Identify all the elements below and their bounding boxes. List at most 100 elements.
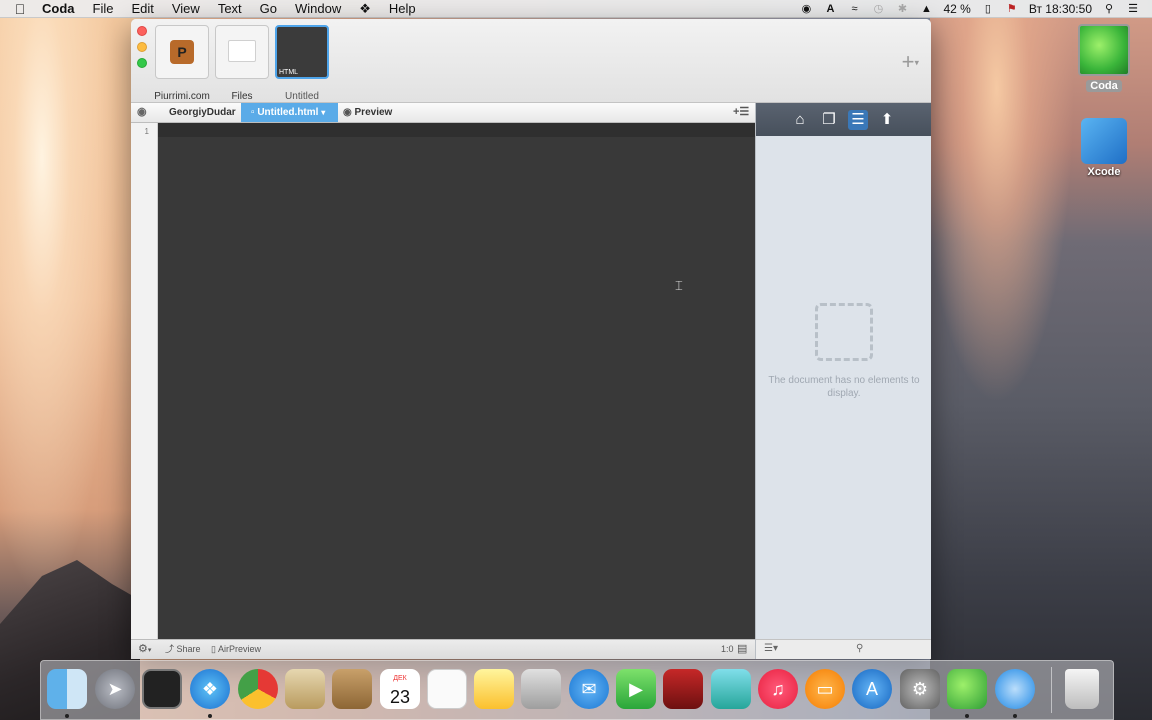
menu-view[interactable]: View bbox=[163, 0, 209, 18]
menu-edit[interactable]: Edit bbox=[122, 0, 162, 18]
safari-icon[interactable]: ❖ bbox=[190, 669, 230, 709]
list-options-icon[interactable]: ☰▾ bbox=[764, 643, 778, 654]
volume-icon[interactable]: ▲ bbox=[919, 3, 933, 15]
breadcrumb-preview[interactable]: ◉ Preview bbox=[343, 103, 392, 122]
battery-icon[interactable]: ▯ bbox=[981, 3, 995, 15]
finder-icon[interactable] bbox=[47, 669, 87, 709]
panel-toggle-icon[interactable]: ▤ bbox=[737, 640, 747, 659]
breadcrumb-file[interactable]: ▫ Untitled.html ▾ bbox=[241, 103, 338, 122]
menu-window[interactable]: Window bbox=[286, 0, 350, 18]
home-icon[interactable]: ⌂ bbox=[790, 110, 810, 130]
notification-center-icon[interactable]: ☰ bbox=[1126, 3, 1140, 15]
running-indicator bbox=[965, 714, 969, 718]
chrome-icon[interactable] bbox=[238, 669, 278, 709]
facetime-icon[interactable]: ▶ bbox=[616, 669, 656, 709]
spotlight-icon[interactable]: ⚲ bbox=[1102, 3, 1116, 15]
files-thumbnail bbox=[215, 25, 269, 79]
empty-placeholder-icon bbox=[815, 303, 873, 361]
bluetooth-icon[interactable]: ✱ bbox=[895, 3, 909, 15]
breadcrumb-user[interactable]: GeorgiyDudar bbox=[169, 103, 236, 122]
time-machine-icon[interactable]: ◷ bbox=[871, 3, 885, 15]
menu-file[interactable]: File bbox=[84, 0, 123, 18]
site-tab-piurrimi[interactable]: P Piurrimi.com bbox=[153, 25, 211, 102]
ibeam-cursor-icon: ⌶ bbox=[675, 278, 683, 293]
site-tab-label: Untitled bbox=[285, 91, 319, 102]
document-icon: ▫ bbox=[251, 107, 255, 118]
split-menu-icon[interactable]: +☰ bbox=[733, 103, 749, 122]
maps-icon[interactable] bbox=[521, 669, 561, 709]
search-icon[interactable]: ⚲ bbox=[856, 643, 863, 654]
trash-icon[interactable] bbox=[1065, 669, 1099, 709]
minimize-button[interactable] bbox=[137, 42, 147, 52]
activity-monitor-icon[interactable] bbox=[142, 669, 182, 709]
menu-clock[interactable]: Вт 18:30:50 bbox=[1029, 2, 1092, 16]
untitled-thumbnail: HTML bbox=[275, 25, 329, 79]
apple-menu-icon[interactable]:  bbox=[0, 1, 40, 17]
breadcrumb-file-label: Untitled.html bbox=[257, 107, 319, 118]
site-tab-label: Files bbox=[231, 91, 253, 102]
site-tab-untitled[interactable]: HTML Untitled bbox=[273, 25, 331, 102]
breadcrumb: ◉ GeorgiyDudar ▫ Untitled.html ▾ ◉ Previ… bbox=[131, 103, 755, 123]
empty-message: The document has no elements to display. bbox=[768, 375, 920, 399]
preview-label: Preview bbox=[354, 107, 393, 118]
line-number: 1 bbox=[144, 127, 149, 136]
desktop-icon-coda[interactable]: Coda bbox=[1069, 24, 1139, 94]
panel-bottom-bar: ☰▾ ⚲ bbox=[756, 639, 931, 659]
zoom-button[interactable] bbox=[137, 58, 147, 68]
dock: ➤ ❖ ДЕК 23 ✉ ▶ ♫ ▭ A ⚙ bbox=[40, 660, 1114, 720]
menu-go[interactable]: Go bbox=[251, 0, 286, 18]
share-icon: ⤴ bbox=[165, 644, 175, 654]
record-icon[interactable]: ◉ bbox=[799, 3, 813, 15]
input-flag-icon[interactable]: ⚑ bbox=[1005, 3, 1019, 15]
running-indicator bbox=[65, 714, 69, 718]
airpreview-button[interactable]: ▯ AirPreview bbox=[211, 640, 261, 659]
close-button[interactable] bbox=[137, 26, 147, 36]
coda-icon[interactable] bbox=[947, 669, 987, 709]
eye-icon: ◉ bbox=[343, 107, 352, 118]
menu-extras: ◉ A ≈ ◷ ✱ ▲ 42 % ▯ ⚑ Вт 18:30:50 ⚲ ☰ bbox=[799, 0, 1152, 18]
site-tab-files[interactable]: Files bbox=[213, 25, 271, 102]
calendar-day: 23 bbox=[389, 687, 411, 707]
back-forward-icon[interactable]: ◉ bbox=[137, 103, 147, 122]
itunes-icon[interactable]: ♫ bbox=[758, 669, 798, 709]
gear-icon[interactable]: ⚙▾ bbox=[138, 640, 151, 659]
calendar-icon[interactable]: ДЕК 23 bbox=[380, 669, 420, 709]
quicktime-icon[interactable] bbox=[995, 669, 1035, 709]
folder-icon bbox=[228, 40, 256, 62]
publish-icon[interactable]: ⬆ bbox=[877, 110, 897, 130]
running-indicator bbox=[208, 714, 212, 718]
status-bar: ⚙▾ ⤴ Share ▯ AirPreview 1:0 ▤ bbox=[131, 639, 755, 659]
messages-icon[interactable]: ✉ bbox=[569, 669, 609, 709]
files-icon[interactable]: ❐ bbox=[819, 110, 839, 130]
window-controls bbox=[137, 26, 147, 74]
script-menu-icon[interactable]: ❖ bbox=[350, 0, 380, 18]
contacts-icon[interactable] bbox=[332, 669, 372, 709]
panel-toolbar: ⌂ ❐ ☰ ⬆ bbox=[756, 103, 931, 136]
mail-icon[interactable] bbox=[285, 669, 325, 709]
desktop-label-xcode: Xcode bbox=[1087, 166, 1121, 178]
reminders-icon[interactable] bbox=[427, 669, 467, 709]
code-editor[interactable]: ⌶ bbox=[158, 123, 755, 639]
navigator-icon[interactable]: ☰ bbox=[848, 109, 868, 130]
iphoto-icon[interactable] bbox=[711, 669, 751, 709]
piurrimi-logo-icon: P bbox=[170, 40, 194, 64]
menu-bar:  Coda File Edit View Text Go Window ❖ H… bbox=[0, 0, 1152, 18]
system-preferences-icon[interactable]: ⚙ bbox=[900, 669, 940, 709]
adobe-icon[interactable]: A bbox=[823, 3, 837, 15]
chevron-down-icon: ▾ bbox=[321, 108, 326, 117]
notes-icon[interactable] bbox=[474, 669, 514, 709]
chevron-down-icon: ▾ bbox=[914, 57, 919, 68]
share-button[interactable]: ⤴ Share bbox=[165, 640, 201, 659]
menu-text[interactable]: Text bbox=[209, 0, 251, 18]
wifi-icon[interactable]: ≈ bbox=[847, 3, 861, 15]
menu-app-coda[interactable]: Coda bbox=[40, 0, 84, 18]
xcode-icon bbox=[1081, 118, 1127, 164]
add-site-button[interactable]: +▾ bbox=[902, 49, 919, 75]
launchpad-icon[interactable]: ➤ bbox=[95, 669, 135, 709]
menu-help[interactable]: Help bbox=[380, 0, 425, 18]
site-thumbnail: P bbox=[155, 25, 209, 79]
app-store-icon[interactable]: A bbox=[852, 669, 892, 709]
desktop-icon-xcode[interactable]: Xcode bbox=[1069, 118, 1139, 178]
photo-booth-icon[interactable] bbox=[663, 669, 703, 709]
ibooks-icon[interactable]: ▭ bbox=[805, 669, 845, 709]
